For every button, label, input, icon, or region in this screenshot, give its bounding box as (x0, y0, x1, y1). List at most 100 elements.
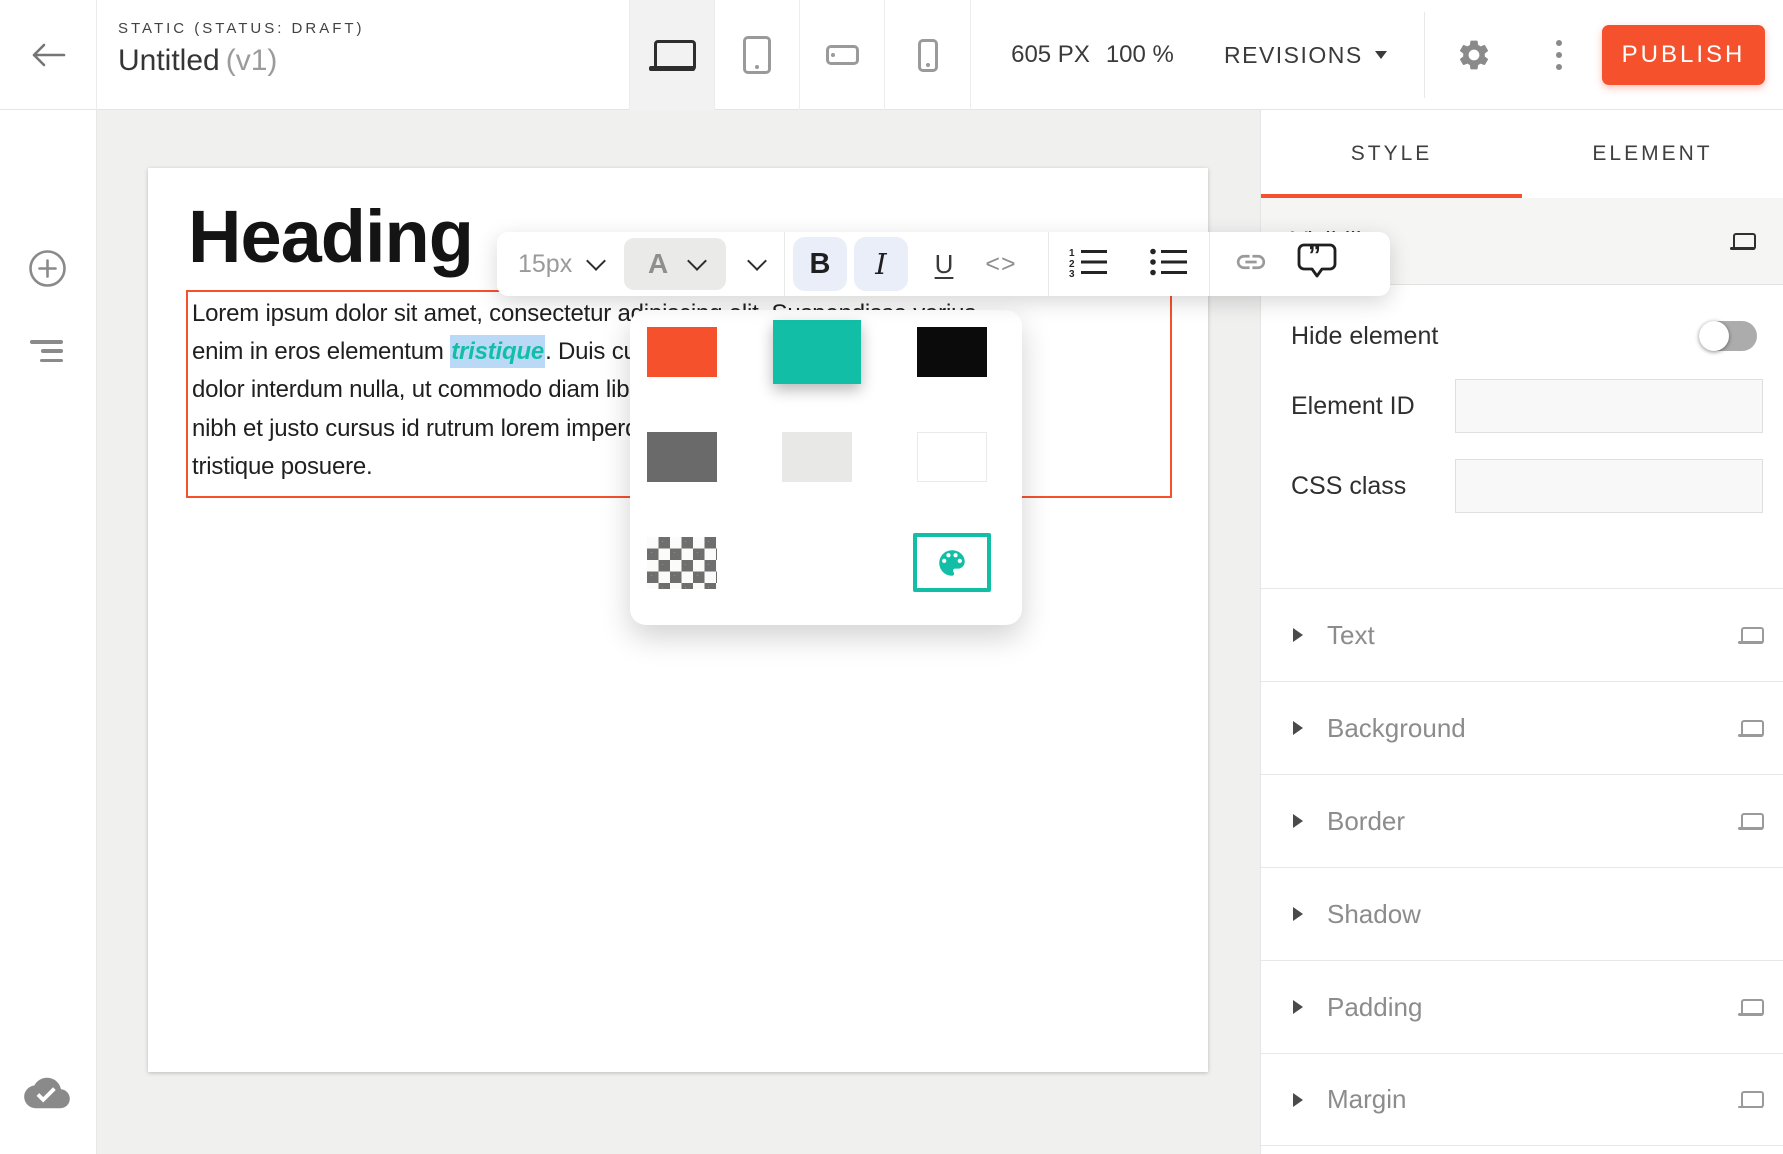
css-class-row: CSS class (1261, 459, 1783, 513)
canvas-zoom-label: 100 % (1106, 41, 1174, 69)
color-swatch-orange[interactable] (647, 327, 717, 377)
plus-circle-icon (27, 248, 68, 289)
chevron-down-icon (687, 251, 707, 271)
phone-land-icon (826, 45, 859, 65)
back-arrow-icon (30, 42, 66, 68)
tab-element[interactable]: ELEMENT (1522, 110, 1783, 198)
chevron-right-icon (1293, 721, 1303, 735)
tab-style[interactable]: STYLE (1261, 110, 1522, 198)
panel-body: Hide element Element ID CSS class Text Ba… (1261, 285, 1783, 1146)
device-preview-tablet-button[interactable] (715, 0, 800, 110)
page-title: Untitled(v1) (118, 44, 365, 78)
quote-icon: ” (1296, 242, 1338, 282)
publish-button[interactable]: PUBLISH (1602, 25, 1765, 85)
chevron-down-icon[interactable] (586, 251, 606, 271)
style-section-text[interactable]: Text (1261, 588, 1783, 681)
revisions-dropdown[interactable]: REVISIONS (1224, 0, 1387, 110)
settings-button[interactable] (1456, 37, 1492, 73)
autosave-status (24, 1074, 70, 1112)
color-swatch-light-gray[interactable] (782, 432, 852, 482)
highlighted-word: tristique (450, 335, 545, 368)
color-swatch-white[interactable] (917, 432, 987, 482)
text-color-dropdown[interactable]: A (624, 238, 726, 290)
chevron-right-icon (1293, 907, 1303, 921)
more-options-button[interactable] (1552, 34, 1566, 76)
svg-text:1: 1 (1069, 248, 1075, 259)
italic-button[interactable]: I (854, 237, 908, 291)
device-preview-phone-port-button[interactable] (885, 0, 970, 110)
element-id-label: Element ID (1291, 392, 1415, 421)
topbar-divider (1424, 12, 1425, 98)
gear-icon (1456, 37, 1492, 73)
element-id-input[interactable] (1455, 379, 1763, 433)
link-button[interactable] (1234, 245, 1268, 284)
underline-button[interactable]: U (924, 237, 964, 291)
chevron-right-icon (1293, 628, 1303, 642)
quote-button[interactable]: ” (1296, 242, 1338, 287)
palette-icon (935, 546, 969, 580)
device-preview-desktop-button[interactable] (630, 0, 715, 110)
laptop-scope-icon (1738, 999, 1763, 1016)
section-label: Text (1327, 620, 1375, 651)
color-swatch-dark-gray[interactable] (647, 432, 717, 482)
font-size-dropdown[interactable]: 15px (518, 250, 571, 279)
css-class-label: CSS class (1291, 472, 1406, 501)
hide-element-label: Hide element (1291, 322, 1438, 351)
color-picker-panel (630, 310, 1022, 625)
revisions-label: REVISIONS (1224, 42, 1363, 69)
text-color-letter: A (648, 248, 668, 280)
highlight-color-dropdown[interactable] (747, 251, 767, 271)
panel-tabs: STYLE ELEMENT (1261, 110, 1783, 198)
section-label: Padding (1327, 992, 1422, 1023)
bullet-list-button[interactable] (1149, 247, 1189, 282)
laptop-scope-icon (1738, 720, 1763, 737)
hide-element-toggle[interactable] (1699, 321, 1757, 351)
cloud-saved-icon (24, 1074, 70, 1112)
canvas-size-info: 605 PX 100 % (975, 0, 1210, 110)
phone-port-icon (918, 39, 938, 72)
tablet-icon (743, 36, 771, 74)
laptop-scope-icon (1738, 813, 1763, 830)
color-swatch-black[interactable] (917, 327, 987, 377)
top-bar: STATIC (STATUS: DRAFT) Untitled(v1) 605 … (0, 0, 1783, 110)
section-label: Background (1327, 713, 1466, 744)
status-label: STATIC (STATUS: DRAFT) (118, 20, 365, 37)
style-section-shadow[interactable]: Shadow (1261, 867, 1783, 960)
css-class-input[interactable] (1455, 459, 1763, 513)
bullet-list-icon (1149, 247, 1189, 277)
style-section-border[interactable]: Border (1261, 774, 1783, 867)
add-element-button[interactable] (27, 248, 68, 289)
custom-color-swatch[interactable] (913, 533, 991, 592)
canvas-width-label: 605 PX (1011, 41, 1090, 69)
toolbar-divider (1048, 232, 1049, 296)
toolbar-divider (1209, 232, 1210, 296)
section-label: Border (1327, 806, 1405, 837)
code-button[interactable]: <> (974, 237, 1028, 291)
laptop-scope-icon (1738, 1091, 1763, 1108)
svg-text:”: ” (1308, 242, 1321, 270)
style-section-background[interactable]: Background (1261, 681, 1783, 774)
section-label: Shadow (1327, 899, 1421, 930)
color-swatch-transparent[interactable] (647, 537, 717, 589)
left-toolbar-rail (0, 110, 97, 1154)
ordered-list-button[interactable]: 1 2 3 (1069, 247, 1109, 282)
chevron-right-icon (1293, 814, 1303, 828)
page-builder-app: STATIC (STATUS: DRAFT) Untitled(v1) 605 … (0, 0, 1783, 1154)
style-section-margin[interactable]: Margin (1261, 1053, 1783, 1146)
page-title-text: Untitled (118, 44, 220, 77)
bold-button[interactable]: B (793, 237, 847, 291)
structure-navigator-button[interactable] (30, 340, 63, 362)
kebab-menu-icon (1556, 40, 1562, 46)
style-section-padding[interactable]: Padding (1261, 960, 1783, 1053)
element-id-row: Element ID (1261, 379, 1783, 433)
color-grid-empty-cell (782, 537, 852, 587)
toolbar-divider (784, 232, 785, 296)
hide-element-row: Hide element (1261, 319, 1783, 353)
laptop-scope-icon (1730, 233, 1755, 250)
chevron-right-icon (1293, 1000, 1303, 1014)
heading-text[interactable]: Heading (188, 200, 473, 274)
back-button[interactable] (0, 0, 97, 110)
device-preview-phone-land-button[interactable] (800, 0, 885, 110)
page-version: (v1) (226, 44, 278, 77)
color-swatch-teal[interactable] (773, 320, 861, 384)
